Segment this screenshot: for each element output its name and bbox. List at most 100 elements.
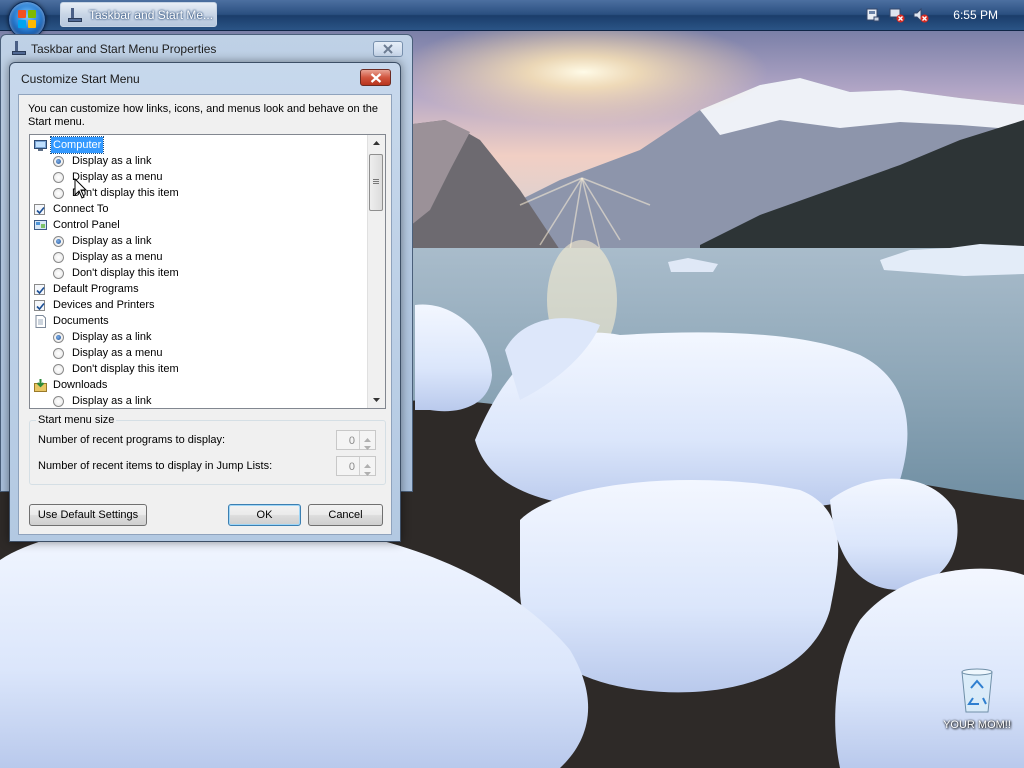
downloads-icon [34,379,47,392]
tree-item[interactable]: Computer [30,136,370,154]
tree-item-label: Downloads [53,379,108,391]
documents-icon [34,315,47,328]
recent-items-value: 0 [348,461,355,473]
control-panel-icon [34,219,47,232]
radio-button[interactable] [53,396,66,408]
tree-item-label: Display as a menu [72,251,163,263]
radio-option[interactable]: Don't display this item [30,185,370,201]
recent-programs-stepper[interactable]: 0 [336,430,376,450]
tree-item[interactable]: Control Panel [30,217,370,233]
tree-item-label: Computer [49,136,105,154]
recent-programs-row: Number of recent programs to display: 0 [38,430,378,450]
radio-option[interactable]: Don't display this item [30,361,370,377]
recycle-bin-shortcut[interactable]: YOUR MOM!! [938,666,1016,736]
tree-item-label: Connect To [53,203,109,215]
vertical-scrollbar[interactable] [367,135,385,408]
close-button[interactable] [360,69,391,86]
tree-item[interactable]: Documents [30,313,370,329]
checkbox[interactable] [34,284,47,297]
radio-button[interactable] [53,188,66,201]
radio-button[interactable] [53,236,66,249]
recent-programs-label: Number of recent programs to display: [38,434,226,446]
radio-option[interactable]: Display as a menu [30,249,370,265]
stepper-up-button[interactable] [360,431,375,442]
tree-item-label: Display as a menu [72,171,163,183]
tree-item-label: Default Programs [53,283,139,295]
recent-items-stepper[interactable]: 0 [336,456,376,476]
action-center-icon[interactable] [865,7,881,23]
ok-button[interactable]: OK [228,504,301,526]
tree-item-label: Display as a link [72,155,152,167]
arrow-down-icon [364,472,371,476]
radio-option[interactable]: Display as a link [30,329,370,345]
tree-item-label: Don't display this item [72,363,179,375]
group-legend: Start menu size [36,414,117,426]
checkbox[interactable] [34,204,47,217]
stepper-buttons [359,431,375,450]
radio-option[interactable]: Display as a link [30,393,370,408]
radio-button[interactable] [53,364,66,377]
stepper-buttons [359,457,375,476]
computer-icon [34,139,47,152]
stepper-down-button[interactable] [360,440,375,450]
arrow-up-icon [373,141,380,145]
checkbox-option[interactable]: Default Programs [30,281,370,297]
close-button[interactable] [373,41,403,57]
recent-programs-value: 0 [348,435,355,447]
taskbar-window-button[interactable]: Taskbar and Start Me... [60,2,217,27]
arrow-down-icon [364,446,371,450]
radio-button[interactable] [53,348,66,361]
recent-items-label: Number of recent items to display in Jum… [38,460,273,472]
start-menu-options-list[interactable]: Computer Display as a link Display as a me… [29,134,386,409]
use-default-settings-button[interactable]: Use Default Settings [29,504,147,526]
dialog-body: You can customize how links, icons, and … [18,94,392,535]
start-menu-size-group: Start menu size Number of recent program… [29,414,386,485]
checkbox-option[interactable]: Connect To [30,201,370,217]
close-icon [370,73,382,83]
options-list-items: Computer Display as a link Display as a me… [30,136,370,408]
checkbox-option[interactable]: Devices and Printers [30,297,370,313]
tree-item-label: Don't display this item [72,267,179,279]
taskbar: Taskbar and Start Me... 6:55 PM [0,0,1024,39]
scroll-down-arrow[interactable] [368,391,385,408]
tree-item-label: Display as a link [72,331,152,343]
scrollbar-thumb[interactable] [369,154,383,211]
stepper-up-button[interactable] [360,457,375,468]
recycle-bin-label: YOUR MOM!! [943,719,1011,731]
tree-item-label: Don't display this item [72,187,179,199]
recent-items-row: Number of recent items to display in Jum… [38,456,378,476]
dialog-description: You can customize how links, icons, and … [28,103,378,128]
windows-logo-icon [18,10,36,28]
network-disconnected-icon[interactable] [889,7,905,23]
radio-option[interactable]: Display as a menu [30,169,370,185]
tree-item-label: Display as a link [72,395,152,407]
stepper-down-button[interactable] [360,466,375,476]
radio-button[interactable] [53,332,66,345]
tree-item-label: Documents [53,315,109,327]
close-icon [383,44,393,54]
tree-item-label: Display as a menu [72,347,163,359]
system-clock[interactable]: 6:55 PM [953,8,998,22]
window-title: Taskbar and Start Menu Properties [31,42,217,56]
arrow-down-icon [373,398,380,402]
radio-option[interactable]: Display as a link [30,233,370,249]
radio-button[interactable] [53,156,66,169]
notification-area: 6:55 PM [861,0,1024,30]
radio-button[interactable] [53,172,66,185]
tree-item[interactable]: Downloads [30,377,370,393]
taskbar-properties-icon [67,7,83,22]
radio-option[interactable]: Display as a link [30,153,370,169]
taskbar-properties-icon [11,41,27,55]
volume-muted-icon[interactable] [913,7,929,23]
radio-option[interactable]: Don't display this item [30,265,370,281]
tree-item-label: Display as a link [72,235,152,247]
tree-item-label: Control Panel [53,219,120,231]
tree-item-label: Devices and Printers [53,299,155,311]
radio-button[interactable] [53,268,66,281]
taskbar-window-label: Taskbar and Start Me... [89,7,214,22]
radio-button[interactable] [53,252,66,265]
checkbox[interactable] [34,300,47,313]
cancel-button[interactable]: Cancel [308,504,383,526]
scroll-up-arrow[interactable] [368,135,385,152]
radio-option[interactable]: Display as a menu [30,345,370,361]
